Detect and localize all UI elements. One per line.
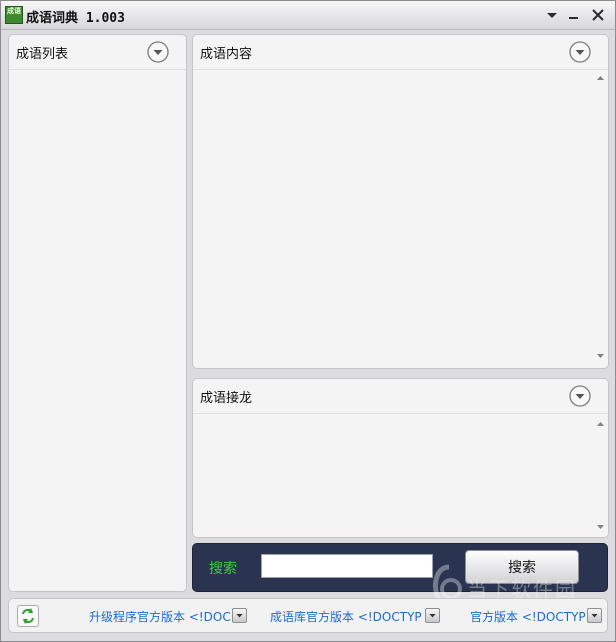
title-bar[interactable]: 成语 成语词典 1.003 (1, 1, 615, 30)
official-version-link[interactable]: 官方版本 <!DOCTYP (470, 608, 586, 625)
upgrade-dropdown-button[interactable] (232, 608, 247, 623)
chevron-down-icon (591, 614, 598, 618)
idiom-chain-panel: 成语接龙 (192, 378, 609, 538)
search-input[interactable] (261, 554, 433, 578)
scrollbar-arrows-icon (597, 422, 604, 529)
minimize-icon (569, 17, 578, 19)
idiom-library-link[interactable]: 成语库官方版本 <!DOCTYP (270, 608, 422, 625)
idiom-list[interactable] (9, 70, 186, 591)
search-button[interactable]: 搜索 (465, 550, 579, 584)
refresh-button[interactable] (17, 605, 39, 627)
version-dropdown-button[interactable] (587, 608, 602, 623)
refresh-arrows-icon (22, 608, 34, 624)
search-label: 搜索 (209, 561, 237, 577)
close-icon (592, 9, 604, 21)
idiom-content-scrollbar[interactable] (595, 73, 606, 363)
status-bar: 升级程序官方版本 <!DOC 成语库官方版本 <!DOCTYP 官方版本 <!D… (8, 598, 608, 633)
app-window: 成语 成语词典 1.003 成语列表 成语内容 成语接龙 搜索 搜索 当下软件园… (0, 0, 616, 642)
idiom-chain-scrollbar[interactable] (595, 419, 606, 533)
idiom-content-area[interactable] (193, 70, 594, 368)
library-dropdown-button[interactable] (425, 608, 440, 623)
idiom-chain-header: 成语接龙 (193, 379, 608, 414)
upgrade-program-link[interactable]: 升级程序官方版本 <!DOC (89, 608, 231, 625)
idiom-list-collapse-button[interactable] (147, 41, 169, 63)
chevron-down-circle-icon (569, 41, 591, 63)
chevron-down-icon (429, 614, 436, 618)
idiom-content-header: 成语内容 (193, 35, 608, 70)
idiom-content-collapse-button[interactable] (569, 41, 591, 63)
chevron-down-circle-icon (569, 385, 591, 407)
menu-dropdown-button[interactable] (545, 9, 559, 21)
window-title: 成语词典 1.003 (26, 11, 125, 26)
idiom-chain-collapse-button[interactable] (569, 385, 591, 407)
chevron-down-icon (547, 13, 557, 18)
app-logo-icon: 成语 (5, 6, 23, 24)
idiom-content-panel: 成语内容 (192, 34, 609, 369)
minimize-button[interactable] (567, 9, 581, 21)
idiom-list-header: 成语列表 (9, 35, 186, 70)
idiom-list-title: 成语列表 (16, 47, 69, 62)
idiom-content-title: 成语内容 (200, 47, 253, 62)
chevron-down-icon (236, 614, 243, 618)
close-button[interactable] (591, 9, 605, 21)
scrollbar-arrows-icon (597, 76, 604, 358)
idiom-chain-title: 成语接龙 (200, 391, 253, 406)
chevron-down-circle-icon (147, 41, 169, 63)
search-bar: 搜索 搜索 (192, 543, 608, 592)
idiom-chain-area[interactable] (193, 414, 594, 537)
idiom-list-panel: 成语列表 (8, 34, 187, 592)
